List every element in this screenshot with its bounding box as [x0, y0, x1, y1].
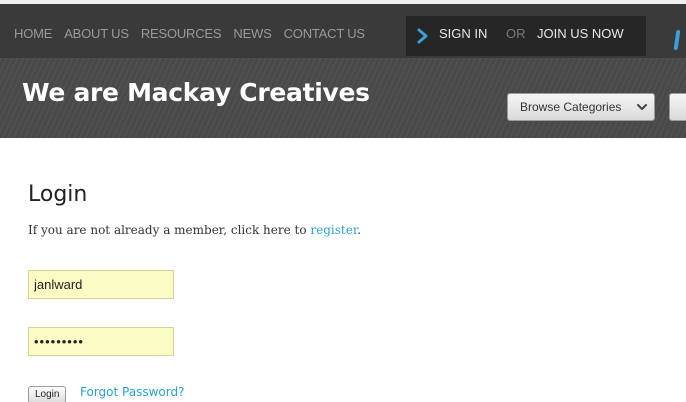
login-intro-text: If you are not already a member, click h…	[28, 223, 361, 237]
intro-text: If you are not already a member, click h…	[28, 223, 311, 237]
header-banner: We are Mackay Creatives Browse Categorie…	[0, 58, 686, 138]
page: HOME ABOUT US RESOURCES NEWS CONTACT US …	[0, 0, 686, 402]
join-us-link[interactable]: JOIN US NOW	[537, 26, 624, 41]
register-link[interactable]: register	[310, 223, 357, 237]
account-box: SIGN IN OR JOIN US NOW	[406, 16, 646, 56]
secondary-header-button[interactable]	[669, 93, 686, 121]
login-heading: Login	[28, 182, 88, 207]
login-button[interactable]: Login	[28, 386, 67, 402]
sign-in-link[interactable]: SIGN IN	[439, 26, 487, 41]
or-separator: OR	[506, 26, 526, 41]
nav-link-contact-us[interactable]: CONTACT US	[284, 26, 366, 46]
browse-categories-button[interactable]: Browse Categories	[507, 93, 655, 121]
nav-link-resources[interactable]: RESOURCES	[141, 26, 222, 46]
password-field[interactable]	[28, 327, 174, 356]
nav-link-about-us[interactable]: ABOUT US	[64, 26, 129, 46]
intro-period: .	[357, 223, 362, 237]
chevron-right-icon	[417, 28, 428, 44]
nav-links: HOME ABOUT US RESOURCES NEWS CONTACT US	[14, 26, 365, 46]
top-navigation-bar: HOME ABOUT US RESOURCES NEWS CONTACT US …	[0, 0, 686, 58]
nav-link-news[interactable]: NEWS	[233, 26, 271, 46]
username-field[interactable]	[28, 270, 174, 299]
site-title: We are Mackay Creatives	[22, 78, 370, 107]
forgot-password-link[interactable]: Forgot Password?	[80, 385, 184, 399]
browse-categories-label: Browse Categories	[520, 100, 622, 114]
chevron-down-icon	[637, 104, 647, 110]
logo-fragment-icon	[673, 30, 681, 50]
nav-link-home[interactable]: HOME	[14, 26, 52, 46]
